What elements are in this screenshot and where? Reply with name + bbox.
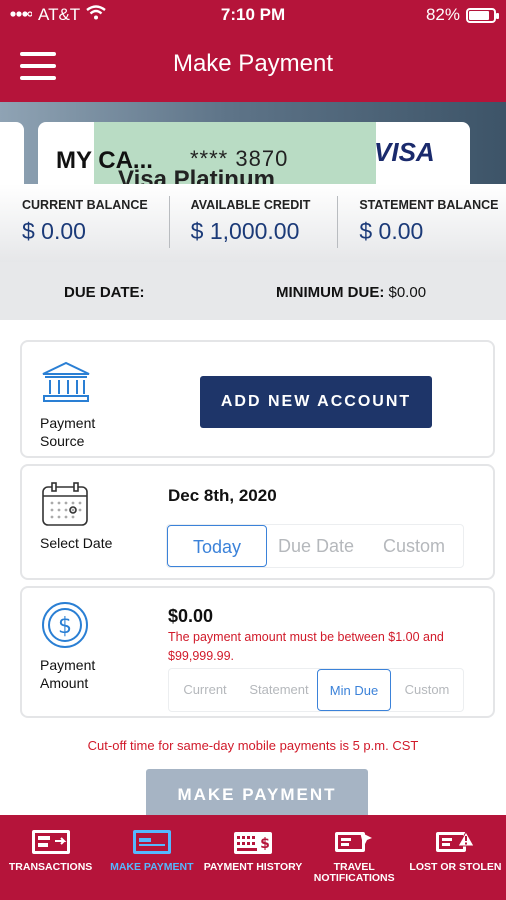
tab-travel-notifications[interactable]: TRAVEL NOTIFICATIONS — [304, 815, 405, 900]
payment-source-panel: Payment Source ADD NEW ACCOUNT — [20, 340, 495, 458]
tab-transactions[interactable]: TRANSACTIONS — [0, 815, 101, 900]
date-option-due-date[interactable]: Due Date — [267, 525, 365, 567]
cutoff-note: Cut-off time for same-day mobile payment… — [87, 738, 419, 753]
tab-lost-or-stolen[interactable]: LOST OR STOLEN — [405, 815, 506, 900]
minimum-due-value: $0.00 — [388, 284, 427, 301]
due-date-label: DUE DATE: — [64, 284, 145, 301]
minimum-due: MINIMUM DUE: $0.00 — [276, 284, 426, 301]
date-option-selector: Today Due Date Custom — [166, 524, 464, 568]
dollar-icon: $ — [40, 600, 90, 655]
amount-option-custom[interactable]: Custom — [391, 669, 463, 711]
status-bar: AT&T 7:10 PM 82% — [0, 0, 506, 30]
add-new-account-button[interactable]: ADD NEW ACCOUNT — [200, 376, 432, 428]
balance-label: CURRENT BALANCE — [22, 198, 148, 212]
battery-percent: 82% — [425, 5, 460, 24]
payment-source-label: Payment Source — [40, 415, 96, 449]
balance-value: $ 0.00 — [22, 218, 86, 244]
battery-area: 82% — [425, 5, 499, 25]
date-option-custom[interactable]: Custom — [365, 525, 463, 567]
calendar-icon — [40, 480, 90, 533]
tab-label: TRAVEL NOTIFICATIONS — [313, 861, 395, 884]
tab-label: TRANSACTIONS — [8, 861, 93, 873]
make-payment-button[interactable]: MAKE PAYMENT — [146, 769, 368, 821]
amount-option-selector: Current Statement Min Due Custom — [168, 668, 464, 712]
balance-label: STATEMENT BALANCE — [359, 198, 499, 212]
battery-icon — [466, 7, 499, 23]
payment-amount-panel: $ Payment Amount $0.00 The payment amoun… — [20, 586, 495, 718]
card-carousel[interactable]: MY CA... **** 3870 Visa Platinum VISA — [0, 102, 506, 184]
battery-fill — [469, 10, 489, 20]
svg-text:$: $ — [58, 614, 72, 639]
previous-card[interactable] — [0, 122, 24, 184]
payment-amount-label: Payment Amount — [40, 657, 96, 691]
balance-value: $ 0.00 — [359, 218, 424, 244]
select-date-label: Select Date — [40, 535, 113, 551]
statement-balance: STATEMENT BALANCE $ 0.00 — [337, 184, 506, 262]
tab-label: LOST OR STOLEN — [409, 861, 502, 873]
current-balance: CURRENT BALANCE $ 0.00 — [0, 184, 169, 262]
date-option-today[interactable]: Today — [167, 525, 267, 567]
payment-amount-error: The payment amount must be between $1.00… — [168, 630, 444, 663]
select-date-panel: Select Date Dec 8th, 2020 Today Due Date… — [20, 464, 495, 580]
payment-amount-value[interactable]: $0.00 — [168, 606, 213, 627]
tab-label: MAKE PAYMENT — [110, 861, 194, 873]
balance-label: AVAILABLE CREDIT — [190, 198, 311, 212]
bottom-tab-bar: TRANSACTIONS MAKE PAYMENT $ PAYMENT HIST… — [0, 815, 506, 900]
amount-option-min-due[interactable]: Min Due — [317, 669, 391, 711]
page-title: Make Payment — [172, 50, 334, 77]
balance-value: $ 1,000.00 — [190, 218, 300, 244]
tab-make-payment[interactable]: MAKE PAYMENT — [101, 815, 202, 900]
minimum-due-label: MINIMUM DUE: — [276, 284, 385, 301]
due-bar: DUE DATE: MINIMUM DUE: $0.00 — [0, 262, 506, 320]
card-product: Visa Platinum — [118, 166, 275, 184]
credit-card[interactable]: MY CA... **** 3870 Visa Platinum VISA — [38, 122, 470, 184]
amount-option-current[interactable]: Current — [169, 669, 241, 711]
tab-payment-history[interactable]: $ PAYMENT HISTORY — [202, 815, 303, 900]
app-header: AT&T 7:10 PM 82% Make Payment — [0, 0, 506, 102]
amount-option-statement[interactable]: Statement — [241, 669, 317, 711]
bank-icon — [40, 360, 92, 409]
available-credit: AVAILABLE CREDIT $ 1,000.00 — [168, 184, 338, 262]
selected-date: Dec 8th, 2020 — [168, 486, 277, 505]
balance-summary: CURRENT BALANCE $ 0.00 AVAILABLE CREDIT … — [0, 184, 506, 262]
tab-label: PAYMENT HISTORY — [203, 861, 303, 873]
visa-logo: VISA — [374, 137, 435, 167]
svg-text:$: $ — [260, 836, 270, 852]
